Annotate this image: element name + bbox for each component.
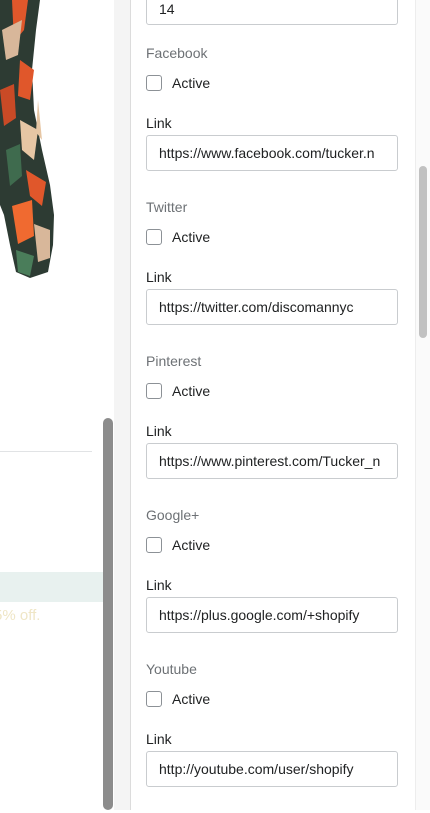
googleplus-section: Google+ Active Link https://plus.google.…	[146, 505, 406, 659]
pinterest-active-row[interactable]: Active	[146, 381, 210, 401]
pinterest-section: Pinterest Active Link https://www.pinter…	[146, 351, 406, 505]
checkbox-label: Active	[172, 75, 211, 91]
youtube-active-checkbox[interactable]	[146, 691, 162, 707]
checkbox-label: Active	[172, 537, 211, 553]
facebook-link-input[interactable]: https://www.facebook.com/tucker.n	[146, 135, 398, 171]
link-label: Link	[146, 269, 172, 285]
settings-scrollbar-track[interactable]	[415, 0, 430, 810]
youtube-active-row[interactable]: Active	[146, 689, 210, 709]
section-heading: Youtube	[146, 661, 197, 677]
pinterest-active-checkbox[interactable]	[146, 383, 162, 399]
section-heading: Google+	[146, 507, 200, 523]
product-image	[0, 0, 54, 278]
settings-panel: 14 Facebook Active Link https://www.face…	[131, 0, 415, 810]
youtube-section: Youtube Active Link http://youtube.com/u…	[146, 659, 406, 813]
pinterest-link-input[interactable]: https://www.pinterest.com/Tucker_n	[146, 443, 398, 479]
checkbox-label: Active	[172, 691, 211, 707]
twitter-link-input[interactable]: https://twitter.com/discomannyc	[146, 289, 398, 325]
youtube-link-input[interactable]: http://youtube.com/user/shopify	[146, 751, 398, 787]
link-label: Link	[146, 577, 172, 593]
googleplus-active-row[interactable]: Active	[146, 535, 210, 555]
twitter-section: Twitter Active Link https://twitter.com/…	[146, 197, 406, 351]
section-heading: Facebook	[146, 45, 208, 61]
number-input[interactable]: 14	[146, 0, 398, 25]
pane-gutter	[114, 0, 131, 810]
googleplus-link-input[interactable]: https://plus.google.com/+shopify	[146, 597, 398, 633]
section-heading: Pinterest	[146, 353, 202, 369]
promo-banner	[0, 572, 104, 602]
link-label: Link	[146, 115, 172, 131]
section-heading: Twitter	[146, 199, 188, 215]
preview-divider	[0, 451, 92, 452]
twitter-active-row[interactable]: Active	[146, 227, 210, 247]
link-label: Link	[146, 423, 172, 439]
facebook-active-row[interactable]: Active	[146, 73, 210, 93]
twitter-active-checkbox[interactable]	[146, 229, 162, 245]
googleplus-active-checkbox[interactable]	[146, 537, 162, 553]
facebook-section: Facebook Active Link https://www.faceboo…	[146, 43, 406, 197]
store-preview: 5% off.	[0, 0, 114, 810]
link-label: Link	[146, 731, 172, 747]
facebook-active-checkbox[interactable]	[146, 75, 162, 91]
checkbox-label: Active	[172, 229, 211, 245]
settings-scrollbar-thumb[interactable]	[419, 166, 427, 338]
checkbox-label: Active	[172, 383, 211, 399]
promo-text: 5% off.	[0, 607, 41, 624]
preview-scrollbar[interactable]	[103, 418, 113, 810]
